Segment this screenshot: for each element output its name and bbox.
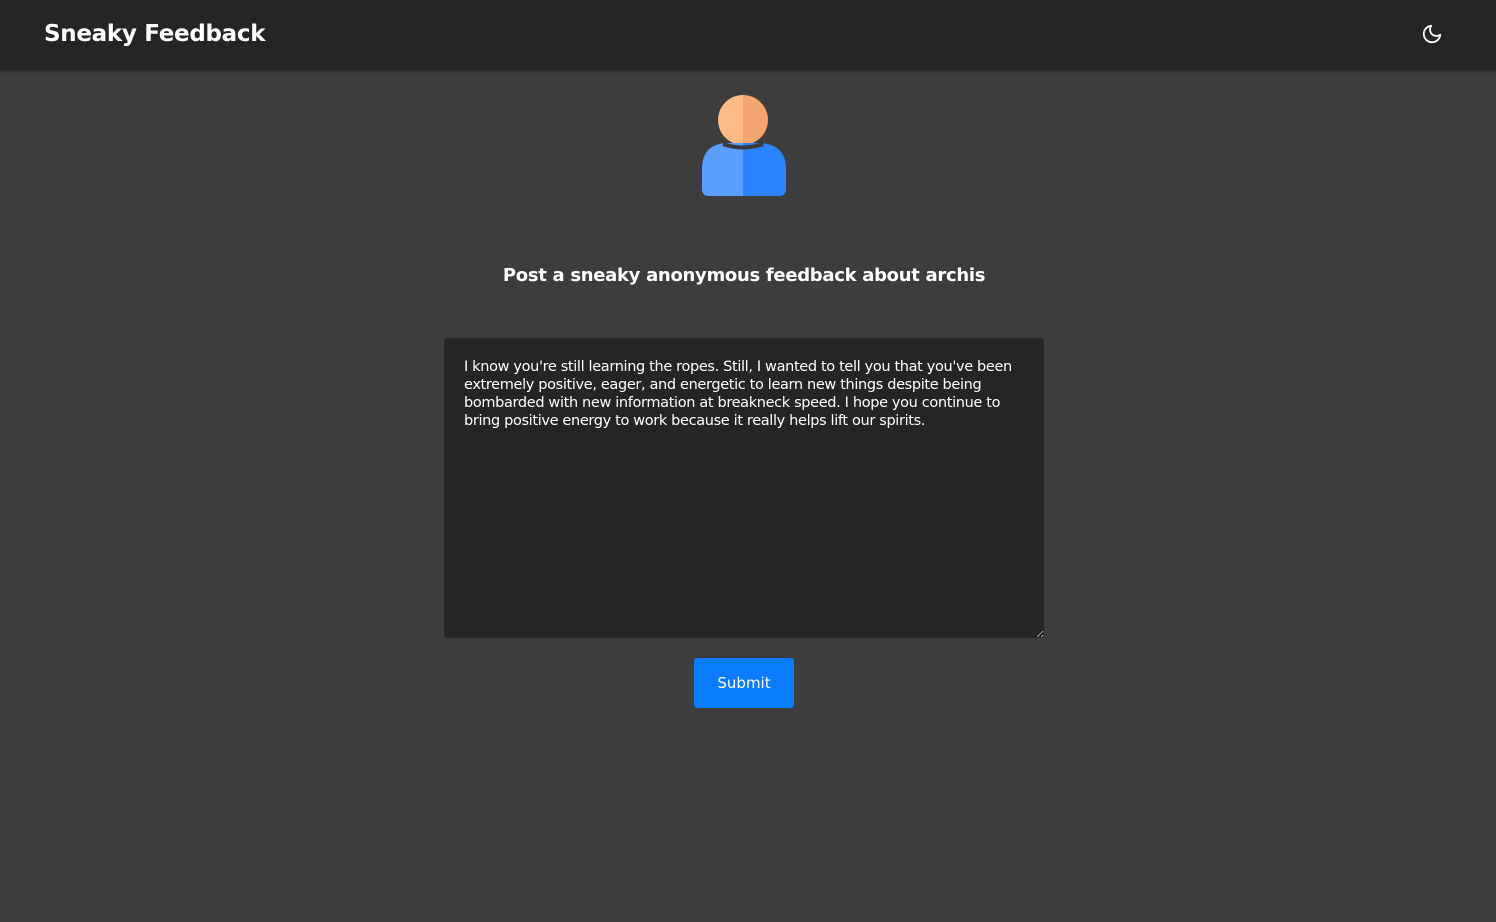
- user-avatar-icon: [701, 95, 787, 197]
- moon-icon: [1422, 24, 1442, 44]
- theme-toggle-button[interactable]: [1418, 20, 1446, 48]
- navbar: Sneaky Feedback: [0, 0, 1496, 70]
- page-heading: Post a sneaky anonymous feedback about a…: [502, 265, 986, 286]
- brand-title[interactable]: Sneaky Feedback: [44, 18, 266, 50]
- feedback-textarea[interactable]: I know you're still learning the ropes. …: [444, 338, 1044, 638]
- submit-button[interactable]: Submit: [694, 658, 794, 708]
